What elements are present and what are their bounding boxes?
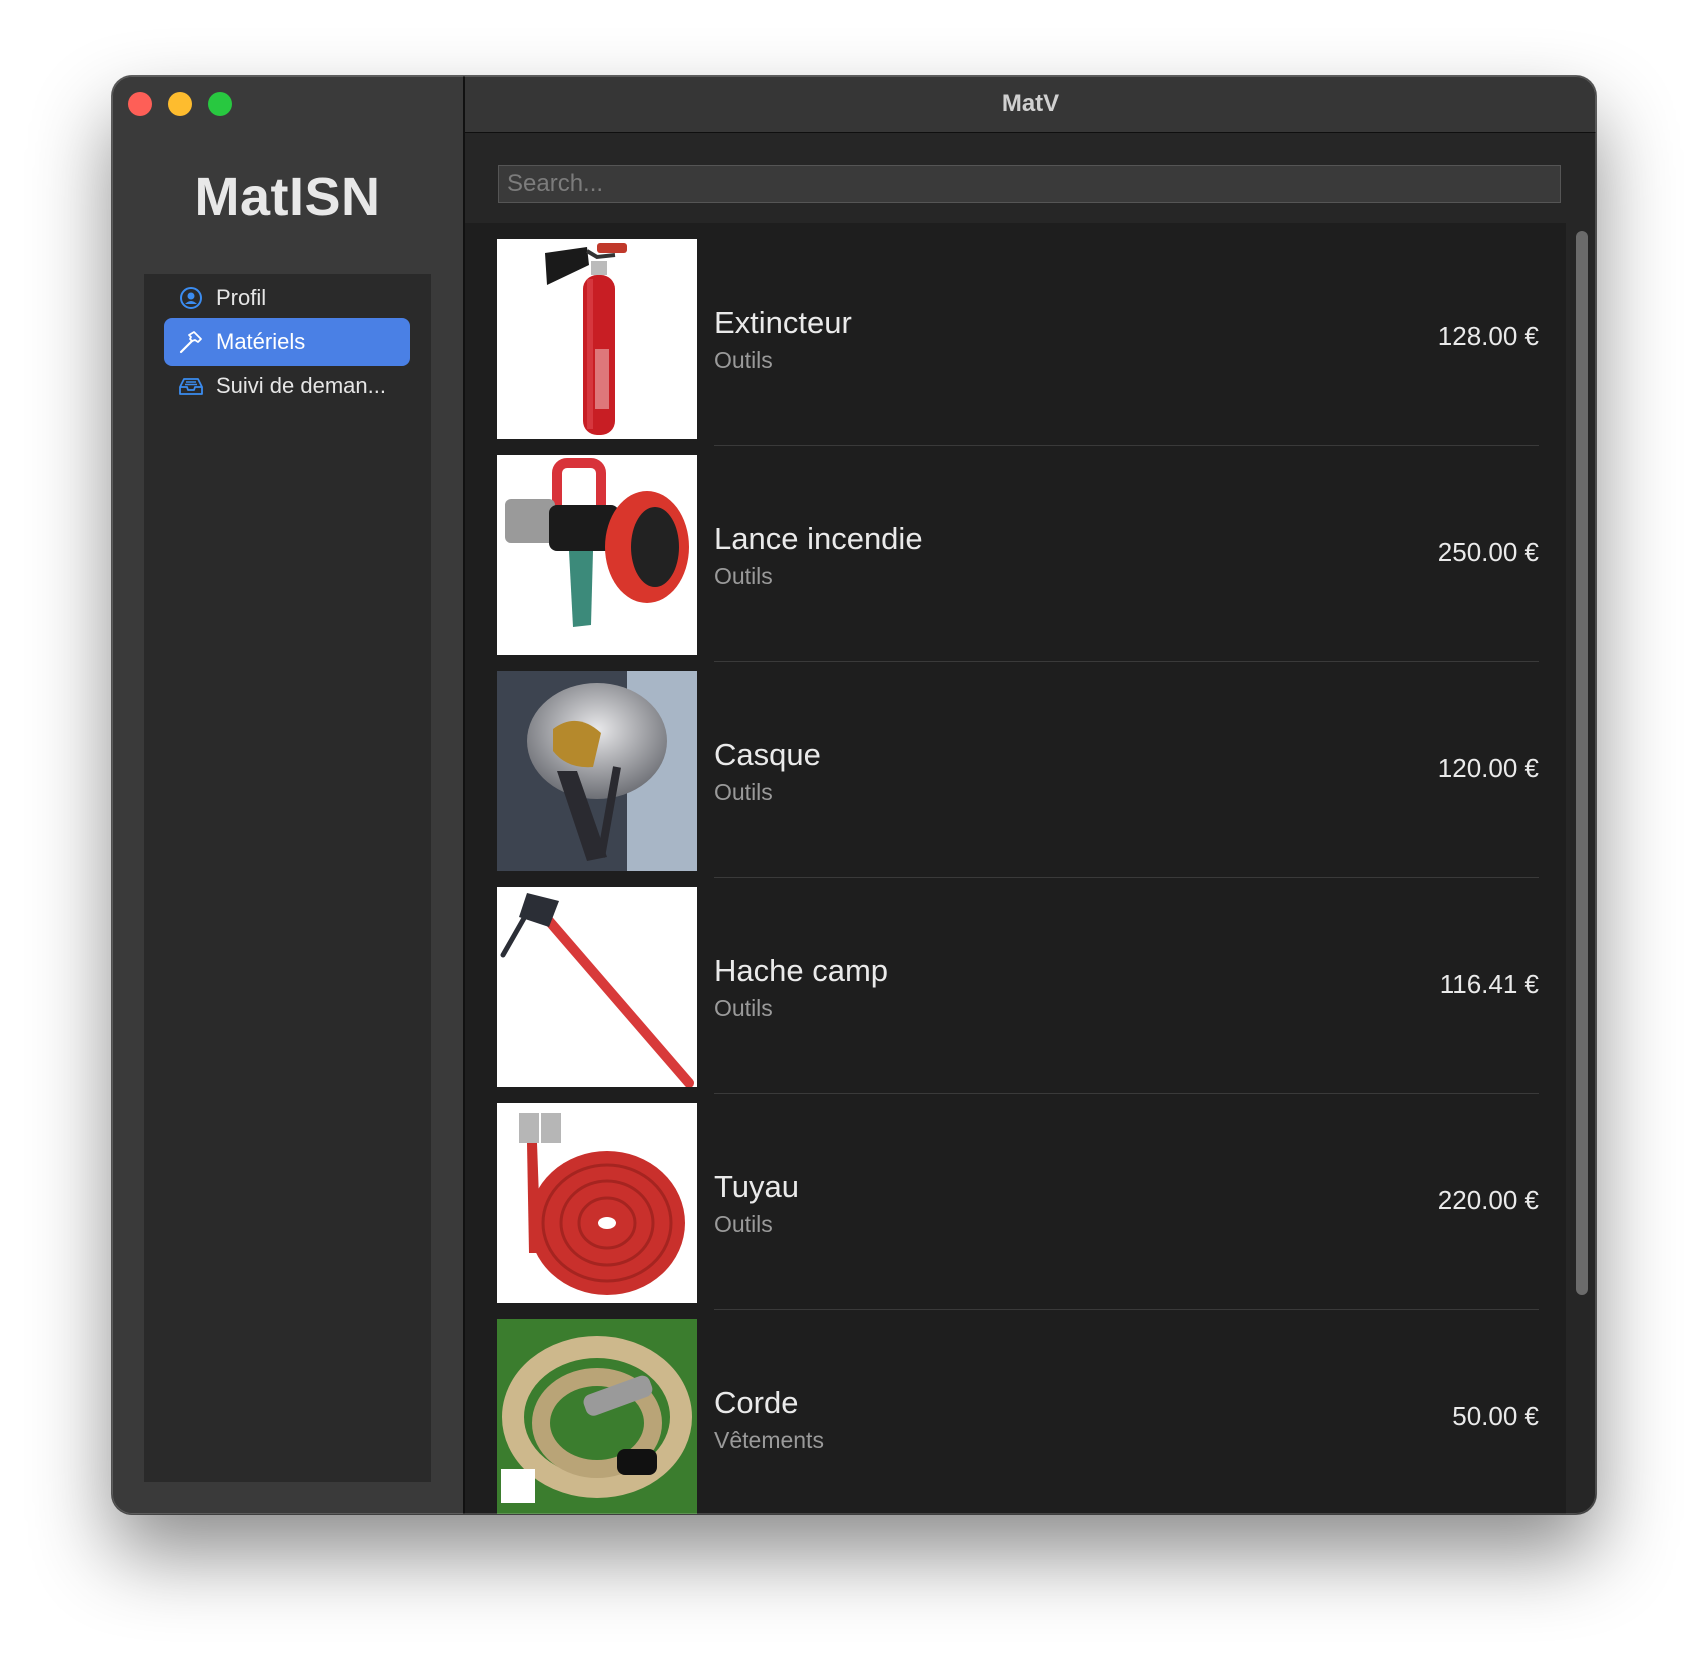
item-category: Outils bbox=[714, 995, 773, 1021]
window-controls bbox=[128, 92, 232, 116]
item-price: 120.00 € bbox=[1437, 753, 1539, 783]
item-name: Extincteur bbox=[714, 305, 852, 340]
scrollbar[interactable] bbox=[1566, 223, 1596, 1514]
tray-icon bbox=[178, 373, 204, 399]
search-bar bbox=[465, 133, 1596, 223]
hose-image bbox=[497, 1103, 697, 1303]
app-window: MatISN Profil Matériels Suivi de deman..… bbox=[112, 76, 1596, 1514]
item-category: Outils bbox=[714, 1211, 773, 1237]
item-name: Casque bbox=[714, 737, 821, 772]
extinguisher-image bbox=[497, 239, 697, 439]
item-category: Outils bbox=[714, 347, 773, 373]
main-content: MatV Exti bbox=[465, 76, 1596, 1514]
item-price: 128.00 € bbox=[1437, 321, 1539, 351]
sidebar-nav: Profil Matériels Suivi de deman... bbox=[144, 274, 431, 1482]
rope-image bbox=[497, 1319, 697, 1514]
item-name: Tuyau bbox=[714, 1169, 800, 1204]
sidebar: MatISN Profil Matériels Suivi de deman..… bbox=[112, 76, 463, 1514]
sidebar-item-label: Suivi de deman... bbox=[216, 373, 386, 398]
sidebar-item-profil[interactable]: Profil bbox=[164, 274, 410, 322]
sidebar-item-label: Matériels bbox=[216, 329, 306, 354]
search-input[interactable] bbox=[498, 165, 1561, 203]
maximize-button[interactable] bbox=[208, 92, 232, 116]
item-category: Vêtements bbox=[714, 1427, 824, 1453]
fire-nozzle-image bbox=[497, 455, 697, 655]
app-title: MatISN bbox=[194, 167, 381, 227]
sidebar-item-label: Profil bbox=[216, 285, 267, 310]
item-price: 50.00 € bbox=[1452, 1401, 1539, 1431]
minimize-button[interactable] bbox=[168, 92, 192, 116]
list-item[interactable]: Extincteur Outils 128.00 € bbox=[497, 223, 1539, 446]
item-category: Outils bbox=[714, 779, 773, 805]
list-item[interactable]: Corde Vêtements 50.00 € bbox=[497, 1303, 1539, 1514]
materials-list[interactable]: Extincteur Outils 128.00 € Lance incendi… bbox=[465, 223, 1566, 1514]
sidebar-item-suivi[interactable]: Suivi de deman... bbox=[164, 362, 410, 410]
list-item[interactable]: Hache camp Outils 116.41 € bbox=[497, 871, 1539, 1094]
scrollbar-thumb[interactable] bbox=[1576, 231, 1588, 1295]
hammer-icon bbox=[178, 329, 204, 355]
sidebar-item-materiels[interactable]: Matériels bbox=[164, 318, 410, 366]
list-item[interactable]: Lance incendie Outils 250.00 € bbox=[497, 439, 1539, 662]
axe-image bbox=[497, 887, 697, 1087]
item-name: Corde bbox=[714, 1385, 799, 1420]
item-price: 220.00 € bbox=[1437, 1185, 1539, 1215]
item-category: Outils bbox=[714, 563, 773, 589]
window-title: MatV bbox=[465, 76, 1596, 133]
close-button[interactable] bbox=[128, 92, 152, 116]
helmet-image bbox=[497, 671, 697, 871]
list-item[interactable]: Casque Outils 120.00 € bbox=[497, 655, 1539, 878]
item-name: Hache camp bbox=[714, 953, 889, 988]
person-circle-icon bbox=[178, 285, 204, 311]
item-price: 250.00 € bbox=[1437, 537, 1539, 567]
item-price: 116.41 € bbox=[1439, 969, 1539, 999]
item-name: Lance incendie bbox=[714, 521, 923, 556]
list-item[interactable]: Tuyau Outils 220.00 € bbox=[497, 1087, 1539, 1310]
